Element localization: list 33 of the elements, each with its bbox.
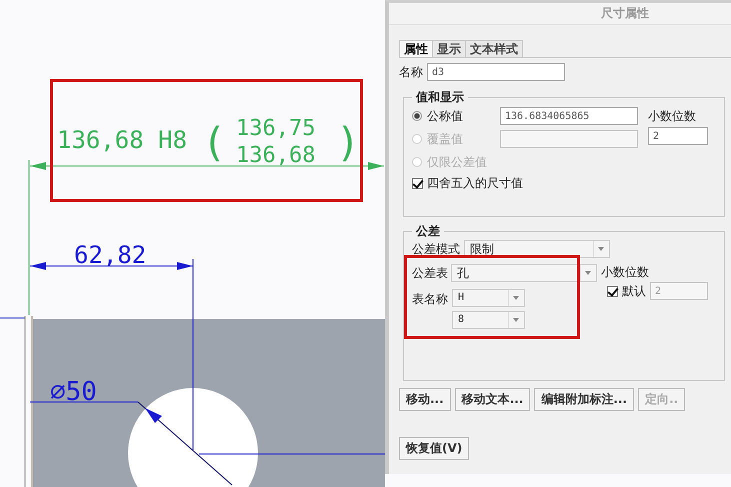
- button: 定向..: [638, 388, 686, 411]
- decimals-field: 2: [650, 282, 708, 300]
- tab[interactable]: 文本样式: [465, 40, 523, 57]
- upper-limit-text: 136,75: [236, 116, 316, 141]
- restore-button[interactable]: 恢复值(V): [399, 437, 470, 460]
- dimension-text: ⌀50: [50, 377, 97, 407]
- name-field[interactable]: d3: [427, 63, 565, 81]
- group-title: 公差: [414, 223, 441, 240]
- radio-option[interactable]: 公称值: [412, 108, 500, 124]
- decimals-field[interactable]: 2: [648, 127, 708, 145]
- dropdown[interactable]: 8: [452, 311, 525, 329]
- lower-limit-text: 136,68: [236, 143, 316, 168]
- bracket-text: (: [202, 120, 226, 166]
- button[interactable]: 编辑附加标注...: [534, 388, 634, 411]
- tab[interactable]: 显示: [432, 40, 466, 57]
- dropdown[interactable]: 孔: [451, 264, 597, 282]
- bracket-text: ): [336, 120, 360, 166]
- value-field[interactable]: 136.6834065865: [500, 107, 638, 125]
- button[interactable]: 移动文本...: [454, 388, 530, 411]
- dimension-text: 62,82: [74, 241, 146, 269]
- field-label: 公差模式: [412, 240, 460, 258]
- field-label: 小数位数: [601, 264, 650, 281]
- group-title: 值和显示: [414, 89, 465, 106]
- field-label: 名称: [399, 64, 423, 80]
- field-label: 表名称: [412, 291, 448, 308]
- tab[interactable]: 属性: [399, 40, 433, 57]
- dimension-text: 136,68 H8: [57, 126, 188, 154]
- field-label: 公差表: [412, 264, 448, 282]
- dropdown[interactable]: H: [452, 289, 525, 307]
- button[interactable]: 移动...: [399, 388, 451, 411]
- checkbox[interactable]: 四舍五入的尺寸值: [412, 175, 638, 192]
- field-label: 小数位数: [648, 108, 697, 125]
- checkbox[interactable]: 默认: [607, 282, 646, 300]
